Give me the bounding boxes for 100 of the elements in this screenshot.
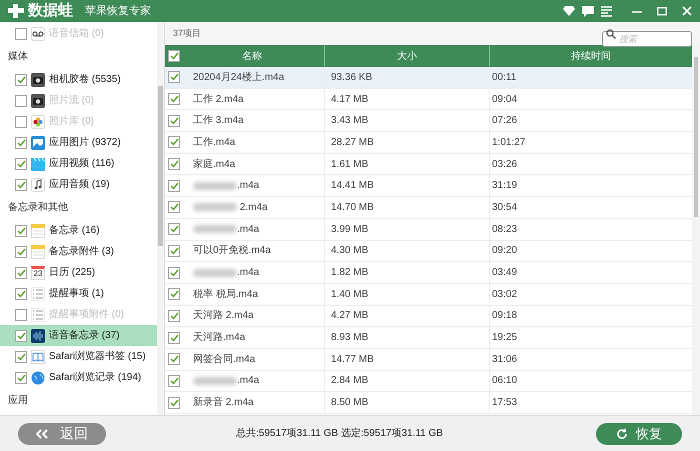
- diamond-icon[interactable]: [563, 6, 575, 16]
- category-label: 相机胶卷 (5535): [49, 72, 121, 87]
- checkbox[interactable]: [168, 310, 180, 322]
- checkbox[interactable]: [15, 136, 27, 148]
- close-icon[interactable]: [682, 6, 692, 16]
- checkbox[interactable]: [168, 50, 180, 62]
- checkbox[interactable]: [15, 266, 27, 278]
- checkbox[interactable]: [15, 178, 27, 190]
- category-item[interactable]: 相机胶卷 (5535): [0, 69, 157, 90]
- table-row[interactable]: 2.m4a 14.70 MB 30:54: [165, 197, 692, 219]
- double-chevron-icon: [36, 428, 48, 438]
- file-name: 税率 税局.m4a: [193, 288, 258, 302]
- table-cell-text: 00:11: [492, 70, 516, 85]
- category-item[interactable]: 应用视频 (116): [0, 153, 157, 174]
- file-name: 新录音 2.m4a: [193, 396, 254, 410]
- checkbox[interactable]: [168, 332, 180, 344]
- table-row[interactable]: 20204月24楼上.m4a 93.36 KB 00:11: [165, 67, 692, 89]
- checkbox[interactable]: [15, 372, 27, 384]
- category-item[interactable]: 应用音频 (19): [0, 174, 157, 195]
- maximize-icon[interactable]: [657, 6, 667, 16]
- checkbox[interactable]: [15, 74, 27, 86]
- table-row[interactable]: .m4a 2.84 MB 06:10: [165, 370, 692, 392]
- table-row[interactable]: 新录音 2.m4a 8.50 MB 17:53: [165, 392, 692, 414]
- checkbox[interactable]: [168, 374, 180, 387]
- table-row[interactable]: 网签合同.m4a 14.77 MB 31:06: [165, 348, 692, 371]
- category-item[interactable]: 备忘录附件 (3): [0, 241, 157, 262]
- checkbox[interactable]: [15, 158, 27, 170]
- clapper-icon: [31, 156, 45, 170]
- table-cell-text: 1.82 MB: [331, 266, 368, 280]
- window-title: 苹果恢复专家: [85, 4, 151, 19]
- checkbox[interactable]: [168, 136, 180, 148]
- checkbox[interactable]: [168, 244, 180, 257]
- file-name: 2.m4a: [238, 200, 268, 215]
- checkbox[interactable]: [168, 266, 180, 279]
- table-cell-text: 14.41 MB: [331, 179, 374, 194]
- notepad-icon: [31, 244, 45, 258]
- category-label: 日历 (225): [49, 266, 96, 280]
- table-cell-text: 4.17 MB: [331, 92, 368, 107]
- table-cell-text: 4.27 MB: [331, 309, 368, 324]
- table-cell-text: 08:23: [492, 222, 518, 237]
- table-cell-text: 14.77 MB: [331, 352, 374, 367]
- checkbox[interactable]: [168, 201, 180, 214]
- category-item[interactable]: Safari浏览记录 (194): [0, 367, 157, 388]
- checkbox[interactable]: [15, 330, 27, 342]
- scrollbar[interactable]: [157, 22, 164, 415]
- table-row[interactable]: 工作.m4a 28.27 MB 1:01:27: [165, 132, 692, 154]
- scrollbar[interactable]: [692, 45, 700, 415]
- checkbox[interactable]: [15, 288, 27, 300]
- category-item[interactable]: Safari浏览器书签 (15): [0, 346, 157, 367]
- table-row[interactable]: 天河路 2.m4a 4.27 MB 09:18: [165, 306, 692, 328]
- search-field[interactable]: 搜索: [602, 30, 692, 46]
- table-row[interactable]: 工作 2.m4a 4.17 MB 09:04: [165, 88, 692, 110]
- table-row[interactable]: .m4a 1.82 MB 03:49: [165, 262, 692, 284]
- checkbox[interactable]: [168, 223, 180, 236]
- restore-button[interactable]: 恢复: [596, 422, 682, 444]
- category-item[interactable]: 应用图片 (9372): [0, 132, 157, 153]
- table-row[interactable]: 家庭.m4a 1.61 MB 03:26: [165, 154, 692, 176]
- checkbox[interactable]: [168, 180, 180, 192]
- table-cell-text: 28.27 MB: [331, 136, 374, 150]
- checkbox[interactable]: [168, 93, 180, 106]
- table-row[interactable]: .m4a 14.41 MB 31:19: [165, 175, 692, 198]
- table-row[interactable]: 工作 3.m4a 3.43 MB 07:26: [165, 110, 692, 132]
- checkbox[interactable]: [15, 246, 27, 258]
- category-label: 照片流 (0): [49, 94, 94, 108]
- checkbox[interactable]: [168, 158, 180, 170]
- category-label: 应用视频 (116): [49, 156, 114, 171]
- table-cell-text: 93.36 KB: [331, 70, 372, 85]
- checkbox[interactable]: [15, 224, 27, 236]
- table-row[interactable]: 天河路.m4a 8.93 MB 19:25: [165, 327, 692, 349]
- table-row[interactable]: .m4a 3.99 MB 08:23: [165, 218, 692, 240]
- category-item[interactable]: 提醒事项 (1): [0, 283, 157, 304]
- chat-icon[interactable]: [582, 6, 594, 16]
- flower-icon: [31, 114, 45, 128]
- checkbox[interactable]: [168, 114, 180, 127]
- category-label: Safari浏览器书签 (15): [49, 350, 146, 364]
- table-cell-text: 30:54: [492, 200, 518, 215]
- table-cell-text: 31:06: [492, 352, 518, 367]
- menu-icon[interactable]: [601, 6, 613, 16]
- table-row[interactable]: 税率 税局.m4a 1.40 MB 03:02: [165, 284, 692, 306]
- table-cell-text: 3.43 MB: [331, 114, 368, 128]
- table-row[interactable]: 可以0开免税.m4a 4.30 MB 09:20: [165, 240, 692, 262]
- table-cell-text: 09:18: [492, 309, 518, 324]
- category-item[interactable]: 语音备忘录 (37): [0, 325, 157, 346]
- table-cell-text: 19:25: [492, 331, 518, 346]
- table-cell-text: 07:26: [492, 114, 518, 128]
- checkbox[interactable]: [168, 288, 180, 300]
- checkbox[interactable]: [168, 353, 180, 366]
- column-header[interactable]: 持续时间: [490, 45, 692, 67]
- table-cell-text: 14.70 MB: [331, 200, 374, 215]
- category-label: 提醒事项 (1): [49, 286, 104, 301]
- checkbox[interactable]: [15, 350, 27, 362]
- category-item[interactable]: 23 日历 (225): [0, 262, 157, 283]
- category-item[interactable]: 备忘录 (16): [0, 220, 157, 241]
- table-cell-text: 09:04: [492, 92, 518, 107]
- checkbox[interactable]: [168, 71, 180, 84]
- notepad-icon: [31, 224, 45, 238]
- table-cell-text: 2.84 MB: [331, 374, 368, 388]
- camera-icon: [31, 94, 45, 108]
- book-icon: [31, 350, 45, 364]
- checkbox[interactable]: [168, 396, 180, 409]
